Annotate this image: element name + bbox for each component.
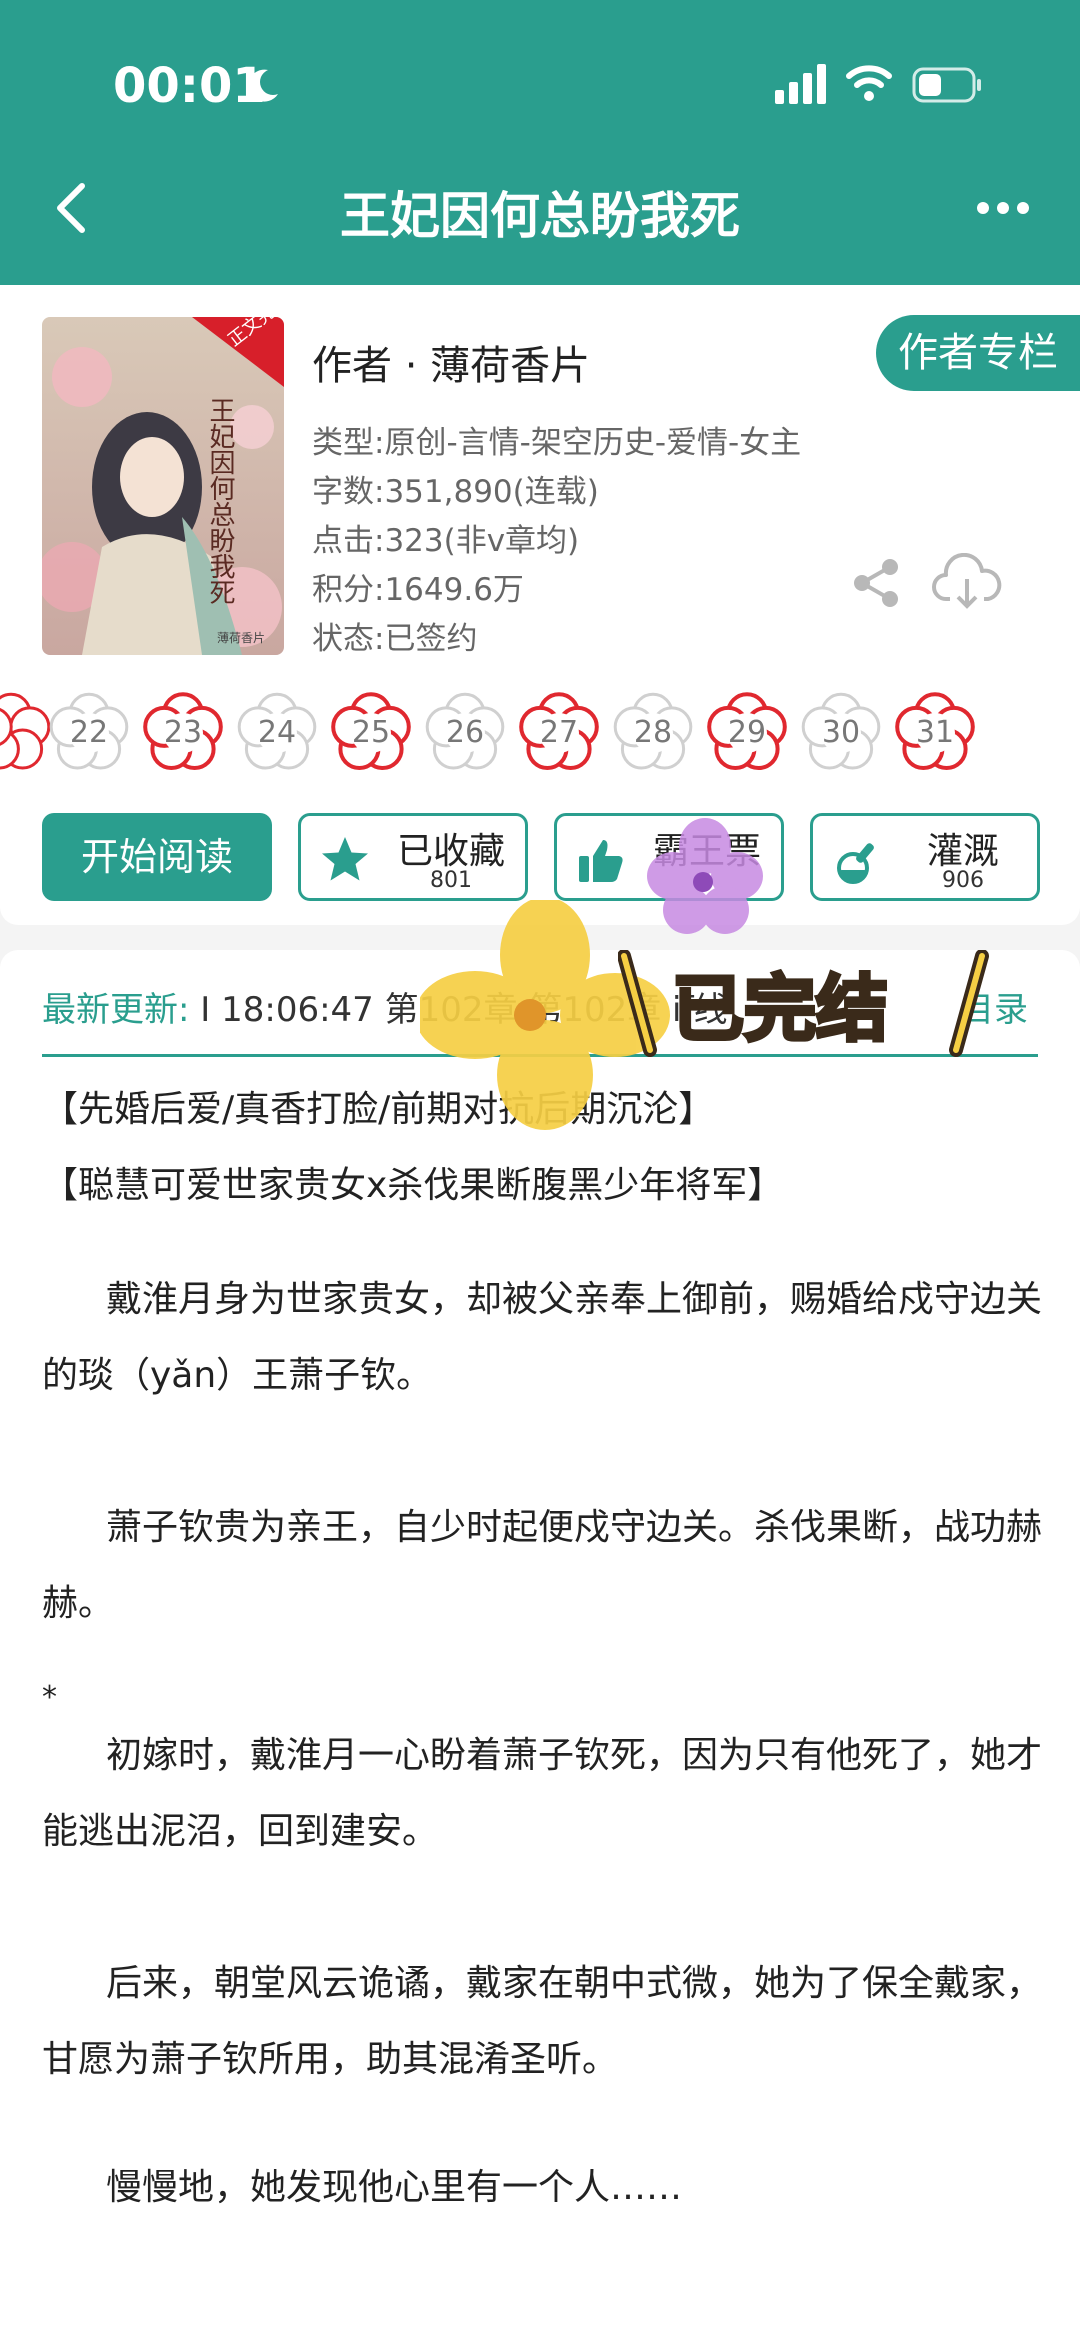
- chapter-flower-23[interactable]: 23: [140, 690, 226, 776]
- star-icon: [322, 837, 368, 881]
- cover-author: 薄荷香片: [217, 630, 265, 645]
- update-underline: [42, 1054, 1038, 1057]
- tag-line-2: 【聪慧可爱世家贵女x杀伐果断腹黑少年将军】: [42, 1165, 784, 1206]
- vote-button[interactable]: 霸王票: [554, 813, 784, 901]
- chapter-flower-number: 25: [351, 715, 391, 750]
- synopsis-paragraph-5: 慢慢地，她发现他心里有一个人……: [106, 2167, 683, 2208]
- cloud-download-icon[interactable]: [932, 553, 1002, 611]
- share-icon[interactable]: [848, 555, 904, 611]
- chapter-flower-number: 30: [821, 715, 861, 750]
- chapter-flower-number: 31: [915, 715, 955, 750]
- cover-illustration: 正文完结 王妃因何总盼我死 薄荷香片: [42, 317, 284, 655]
- thumbs-up-icon: [579, 840, 623, 882]
- synopsis-paragraph-3: 初嫁时，戴淮月一心盼着萧子钦死，因为只有他死了，她才能逃出泥沼，回到建安。: [42, 1735, 1043, 1852]
- catalog-link[interactable]: 目录: [960, 982, 1028, 1031]
- favorite-button[interactable]: 已收藏 801: [298, 813, 528, 901]
- completed-sticker-text: 已完结: [670, 965, 890, 1053]
- chapter-flower-31[interactable]: 31: [892, 690, 978, 776]
- start-reading-button[interactable]: 开始阅读: [42, 813, 272, 901]
- synopsis-card: 最新更新: I 18:06:47 第102章 第102章 if线 目录 【先婚后…: [0, 950, 1080, 2346]
- vote-label: 霸王票: [652, 831, 761, 872]
- synopsis-paragraph-2: 萧子钦贵为亲王，自少时起便戍守边关。杀伐果断，战功赫赫。: [42, 1507, 1043, 1624]
- author-column-button[interactable]: 作者专栏: [876, 315, 1080, 391]
- chapter-flower-27[interactable]: 27: [516, 690, 602, 776]
- cellular-signal-icon: [775, 64, 826, 104]
- book-status: 状态:已签约: [312, 621, 478, 657]
- cover-title: 王妃因何总盼我死: [205, 397, 235, 605]
- app-header: 00:01 王妃因何总盼我死: [0, 0, 1080, 285]
- chapter-flower-25[interactable]: 25: [328, 690, 414, 776]
- chapter-flower-number: 24: [257, 715, 297, 750]
- chapter-flower-number: 26: [445, 715, 485, 750]
- more-icon[interactable]: [975, 196, 1031, 220]
- chapter-flower-28[interactable]: 28: [610, 690, 696, 776]
- chapter-flower-26[interactable]: 26: [422, 690, 508, 776]
- chapter-flower-22[interactable]: 22: [46, 690, 132, 776]
- status-bar: 00:01: [0, 0, 1080, 170]
- water-label: 灌溉: [926, 831, 999, 872]
- chapter-flower-29[interactable]: 29: [704, 690, 790, 776]
- page-title: 王妃因何总盼我死: [340, 187, 740, 245]
- latest-update-label: 最新更新:: [42, 990, 190, 1030]
- book-score: 积分:1649.6万: [312, 572, 524, 608]
- water-button[interactable]: 灌溉 906: [810, 813, 1040, 901]
- tag-line-1: 【先婚后爱/真香打脸/前期对抗后期沉沦】: [42, 1089, 715, 1130]
- asterisk-divider: *: [42, 1680, 57, 1715]
- chapter-flower-30[interactable]: 30: [798, 690, 884, 776]
- chapter-flower-number: 23: [163, 715, 203, 750]
- book-clicks: 点击:323(非v章均): [312, 523, 580, 559]
- chapter-flower-24[interactable]: 24: [234, 690, 320, 776]
- moon-icon: [248, 69, 278, 102]
- book-info-card: 正文完结 王妃因何总盼我死 薄荷香片 作者 · 薄荷香片 作者专栏 类型:原创-…: [0, 285, 1080, 925]
- watering-flask-icon: [837, 843, 874, 884]
- battery-icon: [912, 67, 981, 103]
- favorite-count: 801: [430, 868, 472, 893]
- water-count: 906: [942, 868, 984, 893]
- favorite-label: 已收藏: [396, 831, 505, 872]
- book-word-count: 字数:351,890(连载): [312, 474, 599, 510]
- synopsis-paragraph-4: 后来，朝堂风云诡谲，戴家在朝中式微，她为了保全戴家，甘愿为萧子钦所用，助其混淆圣…: [42, 1963, 1043, 2080]
- chapter-flower-strip: 22 23 24 25 26 27 28 29 30 31: [0, 690, 1048, 790]
- book-cover[interactable]: 正文完结 王妃因何总盼我死 薄荷香片: [42, 317, 284, 655]
- chapter-flower-number: 22: [69, 715, 109, 750]
- author-name[interactable]: 作者 · 薄荷香片: [312, 333, 590, 391]
- latest-update[interactable]: 最新更新: I 18:06:47 第102章 第102章 if线: [42, 982, 727, 1031]
- synopsis-paragraph-1: 戴淮月身为世家贵女，却被父亲奉上御前，赐婚给戍守边关的琰（yǎn）王萧子钦。: [42, 1279, 1043, 1396]
- chapter-flower-number: 27: [539, 715, 579, 750]
- wifi-icon: [846, 65, 892, 101]
- chapter-flower-number: 28: [633, 715, 673, 750]
- latest-update-text: I 18:06:47 第102章 第102章 if线: [200, 990, 728, 1030]
- book-type: 类型:原创-言情-架空历史-爱情-女主: [312, 425, 802, 461]
- chapter-flower-number: 29: [727, 715, 767, 750]
